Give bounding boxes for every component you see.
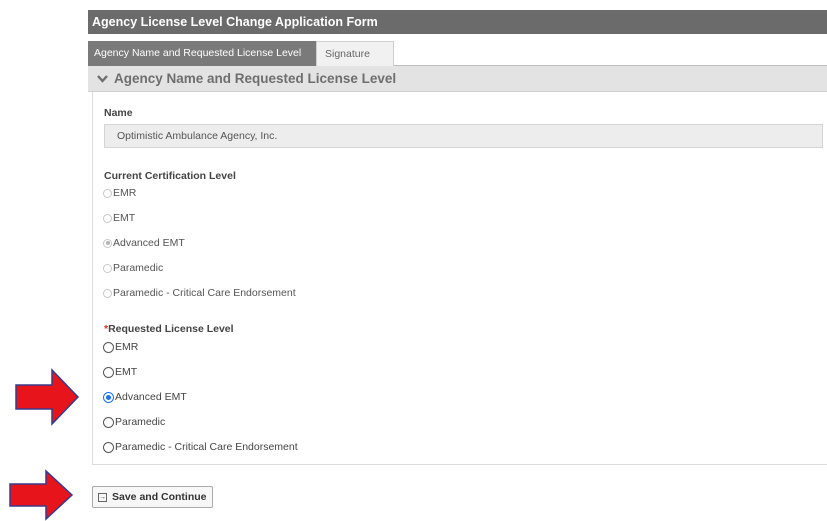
- radio-button[interactable]: [103, 416, 114, 428]
- section-title: Agency Name and Requested License Level: [114, 71, 397, 86]
- radio-button[interactable]: [103, 366, 114, 378]
- name-label: Name: [104, 107, 133, 119]
- requested-level-option-paramedic[interactable]: Paramedic: [103, 414, 165, 430]
- tab-bar: Agency Name and Requested License Level …: [88, 38, 827, 66]
- tab-signature[interactable]: Signature: [316, 41, 394, 66]
- radio-button[interactable]: [103, 341, 114, 353]
- radio-button[interactable]: [103, 441, 114, 453]
- current-level-option-paramedic: Paramedic: [103, 260, 163, 276]
- radio-button: [103, 263, 112, 273]
- tab-agency-name[interactable]: Agency Name and Requested License Level: [88, 41, 316, 66]
- section-header[interactable]: Agency Name and Requested License Level: [88, 66, 827, 92]
- requested-level-option-emt[interactable]: EMT: [103, 364, 137, 380]
- requested-level-option-paramedic-cce[interactable]: Paramedic - Critical Care Endorsement: [103, 439, 298, 455]
- save-and-continue-button[interactable]: → Save and Continue: [92, 486, 213, 508]
- current-level-label: Current Certification Level: [104, 170, 236, 182]
- red-arrow-icon: [9, 469, 74, 521]
- requested-level-option-advanced-emt[interactable]: Advanced EMT: [103, 389, 187, 405]
- radio-button-selected[interactable]: [103, 391, 114, 403]
- radio-button-selected: [103, 238, 112, 248]
- requested-level-option-emr[interactable]: EMR: [103, 339, 138, 355]
- arrow-into-box-icon: →: [98, 492, 107, 502]
- radio-button: [103, 288, 112, 298]
- current-level-option-emr: EMR: [103, 185, 136, 201]
- form-title: Agency License Level Change Application …: [88, 10, 827, 34]
- current-level-option-emt: EMT: [103, 210, 135, 226]
- name-field: Optimistic Ambulance Agency, Inc.: [104, 124, 823, 148]
- current-level-option-advanced-emt: Advanced EMT: [103, 235, 185, 251]
- radio-button: [103, 213, 112, 223]
- red-arrow-icon: [15, 368, 80, 426]
- current-level-option-paramedic-cce: Paramedic - Critical Care Endorsement: [103, 285, 296, 301]
- chevron-down-icon: [97, 67, 108, 93]
- radio-button: [103, 188, 112, 198]
- requested-level-label: *Requested License Level: [104, 323, 234, 335]
